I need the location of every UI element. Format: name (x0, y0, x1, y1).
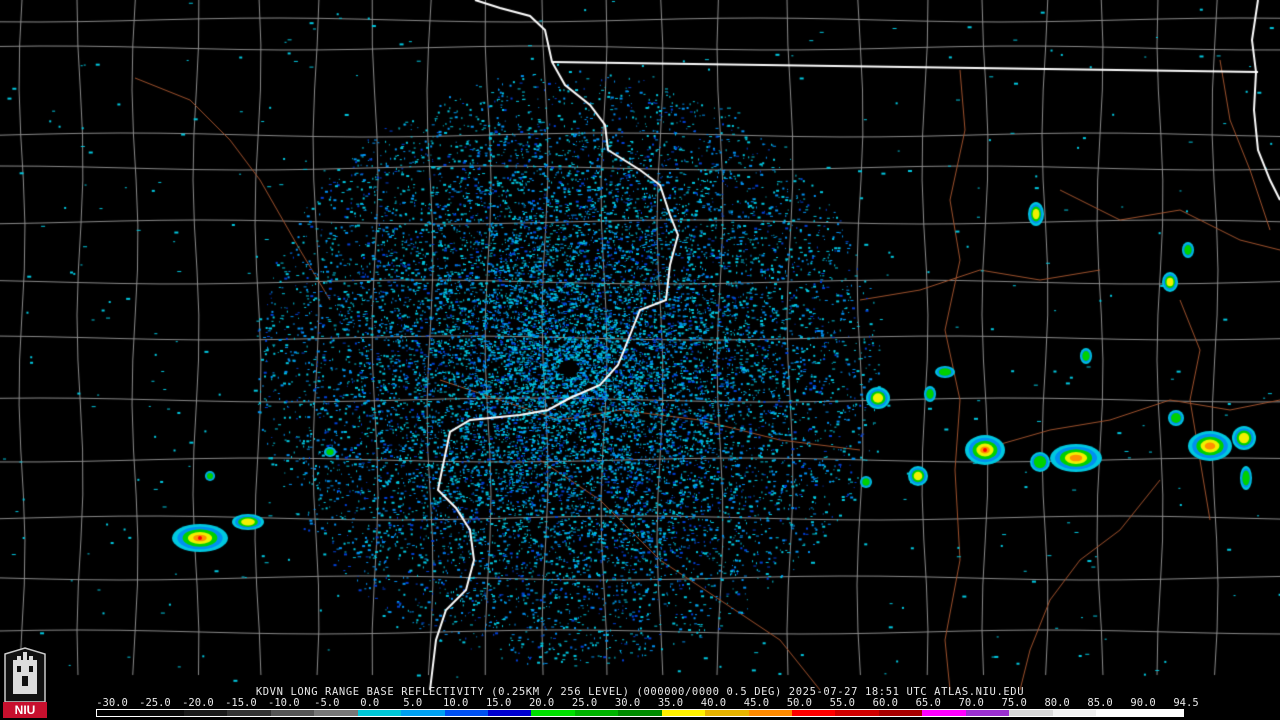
scale-tick-label: 80.0 (1044, 697, 1070, 709)
colorbar-segment (878, 710, 923, 716)
scale-tick-label: 60.0 (872, 697, 898, 709)
scale-tick-label: 15.0 (485, 697, 512, 709)
scale-tick-label: -15.0 (225, 697, 257, 709)
colorbar-segment (792, 710, 836, 716)
scale-tick-label: 75.0 (1001, 697, 1027, 709)
reflectivity-colorbar (96, 709, 1184, 717)
niu-logo-text: NIU (15, 703, 36, 717)
colorbar-segment (314, 710, 358, 716)
colorbar-segment (270, 710, 315, 716)
colorbar-segment (748, 710, 792, 716)
scale-tick-label: 50.0 (786, 697, 813, 709)
colorbar-segment (531, 710, 575, 716)
colorbar-segment (357, 710, 402, 716)
colorbar-segment (227, 710, 271, 716)
scale-tick-label: -10.0 (268, 697, 300, 709)
colorbar-segment (574, 710, 619, 716)
scale-tick-label: 70.0 (958, 697, 984, 709)
scale-tick-label: 85.0 (1087, 697, 1113, 709)
scale-tick-label: 5.0 (403, 697, 423, 709)
colorbar-segment (835, 710, 879, 716)
colorbar-segment (487, 710, 532, 716)
colorbar-segment (97, 710, 141, 716)
scale-tick-label: 35.0 (657, 697, 684, 709)
scale-tick-label: -20.0 (182, 697, 214, 709)
colorbar-segment (661, 710, 706, 716)
colorbar-segment (1052, 710, 1097, 716)
colorbar-segment (183, 710, 228, 716)
scale-tick-label: 10.0 (443, 697, 469, 709)
scale-tick-label: 90.0 (1130, 697, 1156, 709)
scale-tick-label: 0.0 (360, 697, 380, 709)
scale-tick-label: 25.0 (571, 697, 598, 709)
colorbar-segment (965, 710, 1010, 716)
colorbar-segment (1096, 710, 1140, 716)
scale-tick-label: 94.5 (1173, 697, 1199, 709)
niu-logo-icon: NIU (3, 647, 47, 718)
scale-tick-label: 65.0 (915, 697, 941, 709)
scale-tick-label: -25.0 (139, 697, 171, 709)
colorbar-segment (401, 710, 445, 716)
scale-tick-label: -5.0 (314, 697, 340, 709)
scale-tick-label: 45.0 (743, 697, 770, 709)
colorbar-segment (618, 710, 662, 716)
colorbar-segment (1009, 710, 1053, 716)
colorbar-segment (705, 710, 749, 716)
colorbar-segment (922, 710, 966, 716)
reflectivity-scale-labels: -30.0 -25.0 -20.0 -15.0 -10.0 -5.0 0.0 5.0 10.0 1… (0, 698, 1280, 709)
radar-map (0, 0, 1280, 720)
colorbar-segment (444, 710, 488, 716)
colorbar-segment (140, 710, 184, 716)
scale-tick-label: -30.0 (96, 697, 128, 709)
colorbar-segment (1139, 710, 1183, 716)
scale-tick-label: 55.0 (829, 697, 855, 709)
scale-tick-label: 20.0 (528, 697, 555, 709)
scale-tick-label: 40.0 (700, 697, 727, 709)
scale-tick-label: 30.0 (614, 697, 641, 709)
